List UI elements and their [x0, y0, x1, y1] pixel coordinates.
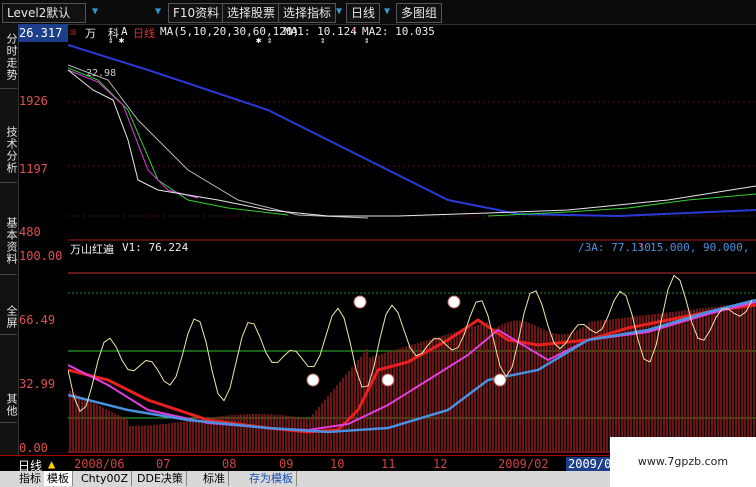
date-tick-4: 09 — [279, 457, 294, 471]
tab-indicator[interactable]: 指标 — [16, 471, 45, 486]
date-tick-3: 08 — [222, 457, 237, 471]
smiley-icon — [353, 295, 367, 309]
mark-wan: 万 — [85, 27, 96, 40]
tab-save-template[interactable]: 存为模板 — [246, 471, 297, 486]
period-mark: 日线 — [133, 27, 155, 40]
ma-parameters: MA(5,10,20,30,60,120) — [160, 25, 300, 38]
price-line — [68, 69, 756, 217]
date-tick-1: 2008/06 — [74, 457, 125, 471]
price-ylabel-bottom: 480 — [19, 225, 41, 239]
smiley-icon — [381, 373, 395, 387]
watermark-text: www.7gpzb.com — [610, 437, 756, 487]
smiley-icon — [447, 295, 461, 309]
period-dropdown-icon[interactable]: ▼ — [384, 6, 390, 17]
level2-selector[interactable]: Level2默认 — [2, 3, 86, 23]
tab-intraday[interactable]: 分时走势 — [0, 26, 18, 89]
date-tick-6: 11 — [381, 457, 396, 471]
tab-template[interactable]: 模板 — [44, 471, 73, 486]
select-indicator-button[interactable]: 选择指标 — [278, 3, 337, 23]
price-ylabel-mid: 1197 — [19, 162, 48, 176]
f10-dropdown-icon[interactable]: ▼ — [155, 6, 161, 17]
left-sidebar: 分时走势 技术分析 基本资料 全屏 其他 — [0, 24, 19, 464]
select-stock-button[interactable]: 选择股票 — [222, 3, 281, 23]
smiley-icon — [493, 373, 507, 387]
price-ylabel-top: 1926 — [19, 94, 48, 108]
indicator-dropdown-icon[interactable]: ▼ — [336, 6, 342, 17]
date-tick-7: 12 — [433, 457, 448, 471]
tab-standard[interactable]: 标准 — [200, 471, 229, 486]
smiley-icon — [306, 373, 320, 387]
kline-chart[interactable] — [68, 40, 756, 456]
f10-button[interactable]: F10资料 — [168, 3, 225, 23]
tab-technical[interactable]: 技术分析 — [0, 118, 18, 183]
ind-ylabel-0: 0.00 — [19, 441, 48, 455]
multi-chart-button[interactable]: 多图组 — [396, 3, 443, 23]
top-toolbar: Level2默认 ▼ ▼ F10资料 选择股票 选择指标 ▼ 日线 ▼ 多图组 — [0, 0, 756, 25]
daily-period-button[interactable]: 日线 — [346, 3, 381, 23]
tab-dde-decision[interactable]: DDE决策 — [134, 471, 187, 486]
tab-fullscreen[interactable]: 全屏 — [0, 300, 18, 335]
date-cursor-label: 2009/0 — [566, 457, 614, 471]
period-triangle-icon[interactable]: ▲ — [48, 457, 55, 471]
current-price-box: 26.317 — [18, 24, 68, 42]
weight-mark-icon: ☒ — [70, 25, 77, 38]
ma20-line — [68, 69, 199, 199]
tab-other[interactable]: 其他 — [0, 388, 18, 423]
date-tick-8: 2009/02 — [498, 457, 549, 471]
level2-dropdown-icon[interactable]: ▼ — [92, 6, 98, 17]
tab-fundamental[interactable]: 基本资料 — [0, 208, 18, 275]
ind-ylabel-33: 32.99 — [19, 377, 56, 391]
ind-ylabel-100: 100.00 — [19, 249, 63, 263]
date-tick-5: 10 — [330, 457, 345, 471]
ma60-line — [68, 64, 369, 219]
date-tick-2: 07 — [156, 457, 171, 471]
tab-chty00z[interactable]: Chty00Z — [78, 471, 133, 486]
ma1-up-arrow-icon: ↑ — [350, 24, 357, 37]
ma2-value: MA2: 10.035 — [362, 25, 435, 38]
ind-ylabel-66: 66.49 — [19, 313, 56, 327]
